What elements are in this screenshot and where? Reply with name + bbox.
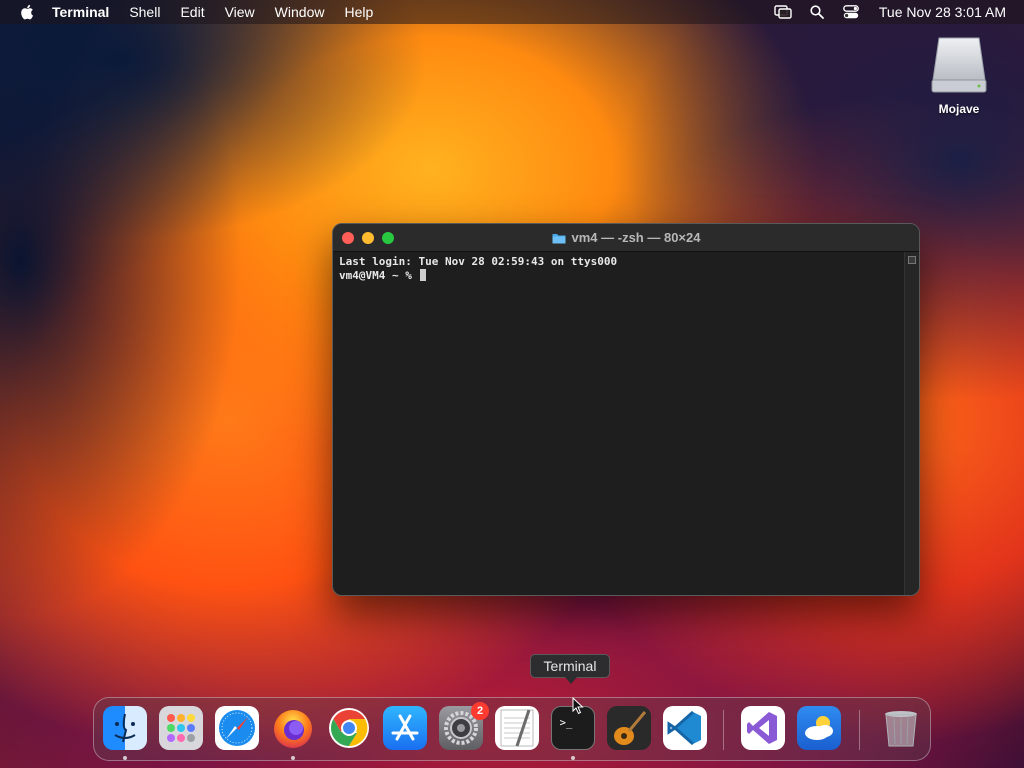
text-cursor xyxy=(420,269,427,281)
dock-separator xyxy=(859,710,860,750)
firefox-icon[interactable] xyxy=(271,706,315,750)
notification-badge: 2 xyxy=(471,702,489,720)
weather-icon[interactable] xyxy=(797,706,841,750)
menu-bar-clock[interactable]: Tue Nov 28 3:01 AM xyxy=(879,4,1006,20)
menu-bar: Terminal Shell Edit View Window Help Tue… xyxy=(0,0,1024,24)
menu-help[interactable]: Help xyxy=(344,4,373,20)
zoom-button[interactable] xyxy=(382,232,394,244)
split-pane-icon[interactable] xyxy=(908,256,916,264)
terminal-scrollbar[interactable] xyxy=(904,252,919,595)
trash-icon[interactable] xyxy=(879,706,923,750)
control-center-icon[interactable] xyxy=(841,4,861,20)
svg-text:>_: >_ xyxy=(560,717,573,729)
apple-icon[interactable] xyxy=(20,4,34,20)
running-indicator xyxy=(571,756,575,760)
minimize-button[interactable] xyxy=(362,232,374,244)
menu-window[interactable]: Window xyxy=(275,4,325,20)
running-indicator xyxy=(123,756,127,760)
search-icon[interactable] xyxy=(807,4,827,20)
drive-label: Mojave xyxy=(938,102,980,116)
terminal-line-prompt: vm4@VM4 ~ % xyxy=(339,269,899,283)
menu-view[interactable]: View xyxy=(225,4,255,20)
desktop-drive[interactable]: Mojave xyxy=(926,34,992,116)
terminal-content[interactable]: Last login: Tue Nov 28 02:59:43 on ttys0… xyxy=(333,252,905,595)
hard-drive-icon xyxy=(931,37,987,93)
close-button[interactable] xyxy=(342,232,354,244)
running-indicator xyxy=(291,756,295,760)
app-store-icon[interactable] xyxy=(383,706,427,750)
dock-tooltip: Terminal xyxy=(530,654,610,678)
launchpad-icon[interactable] xyxy=(159,706,203,750)
safari-icon[interactable] xyxy=(215,706,259,750)
vscode-icon[interactable] xyxy=(663,706,707,750)
screen-mirroring-icon[interactable] xyxy=(773,4,793,20)
menu-shell[interactable]: Shell xyxy=(129,4,160,20)
garageband-icon[interactable] xyxy=(607,706,651,750)
menu-bar-extras: Tue Nov 28 3:01 AM xyxy=(773,0,1006,24)
window-controls xyxy=(342,232,394,244)
menu-edit[interactable]: Edit xyxy=(180,4,204,20)
dock: 2 >_ xyxy=(93,697,931,761)
terminal-titlebar[interactable]: vm4 — -zsh — 80×24 xyxy=(333,224,919,252)
finder-icon[interactable] xyxy=(103,706,147,750)
mouse-pointer-icon xyxy=(572,697,584,715)
textedit-icon[interactable] xyxy=(495,706,539,750)
menu-app-name[interactable]: Terminal xyxy=(52,4,109,20)
dock-separator xyxy=(723,710,724,750)
terminal-line-login: Last login: Tue Nov 28 02:59:43 on ttys0… xyxy=(339,255,618,268)
window-title: vm4 — -zsh — 80×24 xyxy=(333,230,919,245)
window-title-text: vm4 — -zsh — 80×24 xyxy=(571,230,701,245)
chrome-icon[interactable] xyxy=(327,706,371,750)
desktop: Terminal Shell Edit View Window Help Tue… xyxy=(0,0,1024,768)
prompt-text: vm4@VM4 ~ % xyxy=(339,269,419,282)
folder-icon xyxy=(552,232,566,244)
tooltip-arrow xyxy=(565,677,577,684)
terminal-window[interactable]: vm4 — -zsh — 80×24 Last login: Tue Nov 2… xyxy=(332,223,920,596)
visual-studio-icon[interactable] xyxy=(741,706,785,750)
